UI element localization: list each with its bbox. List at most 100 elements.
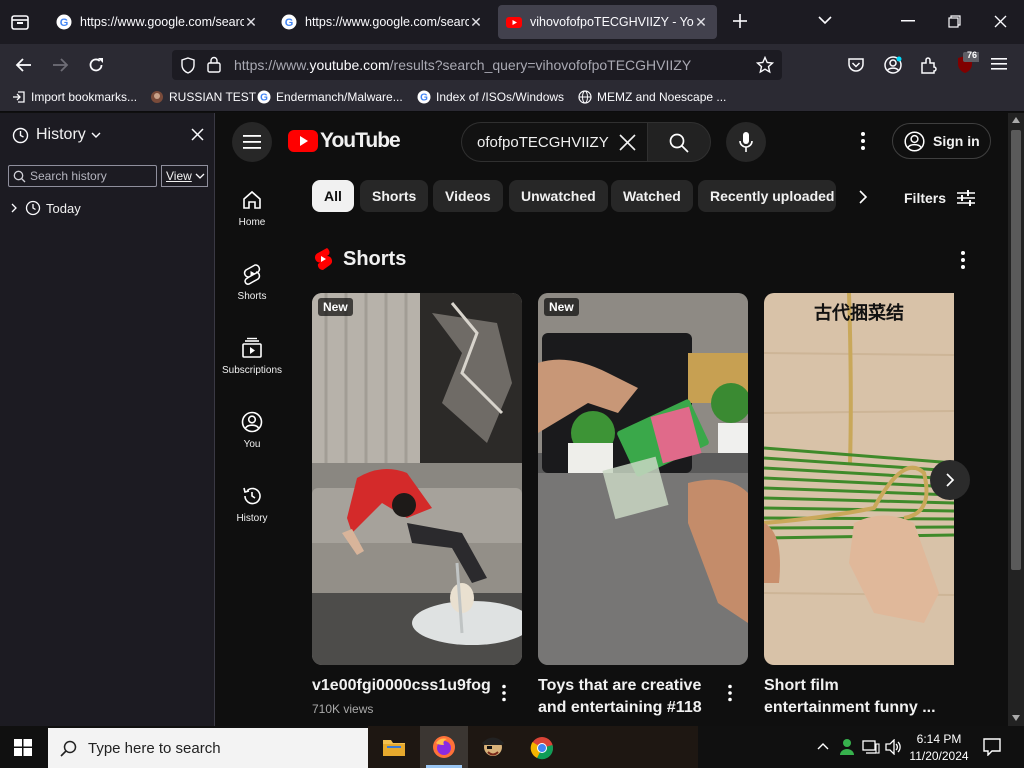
chip-shorts[interactable]: Shorts: [360, 180, 429, 212]
short-more-icon-1[interactable]: [501, 684, 507, 702]
guide-item-subscriptions[interactable]: Subscriptions: [216, 337, 288, 376]
filters-button[interactable]: Filters: [904, 189, 976, 207]
volume-icon[interactable]: [885, 739, 903, 755]
search-button[interactable]: [647, 122, 711, 162]
sidebar-switcher[interactable]: History: [12, 126, 102, 144]
notifications-icon[interactable]: [983, 738, 1001, 756]
view-label: View: [166, 169, 192, 183]
toys-thumbnail-image: [538, 293, 748, 665]
tab-google-search-1[interactable]: G https://www.google.com/search? ✕: [48, 5, 266, 39]
network-icon[interactable]: [862, 740, 880, 755]
chip-watched[interactable]: Watched: [611, 180, 693, 212]
windows-taskbar: Type here to search 6:14 PM 11/20/2024: [0, 726, 1024, 768]
menu-icon[interactable]: [991, 56, 1009, 72]
site-favicon-icon: [151, 91, 163, 103]
close-window-icon[interactable]: [994, 15, 1007, 28]
account-icon[interactable]: [883, 55, 903, 75]
home-icon: [243, 190, 261, 209]
short-thumbnail-3[interactable]: 古代捆菜结: [764, 293, 954, 665]
chips-next-icon[interactable]: [856, 189, 870, 205]
scroll-thumb[interactable]: [1011, 130, 1021, 570]
restore-icon[interactable]: [948, 15, 961, 28]
history-search-placeholder: Search history: [30, 169, 107, 183]
url-bar[interactable]: https://www.youtube.com/results?search_q…: [172, 50, 782, 80]
bookmark-memz[interactable]: MEMZ and Noescape ...: [578, 90, 726, 104]
scroll-up-icon[interactable]: [1012, 117, 1020, 123]
firefox-icon: [433, 736, 455, 758]
tab-youtube[interactable]: vihovofofpoTECGHVIIZY - YouTube ✕: [498, 5, 717, 39]
show-hidden-icons-icon[interactable]: [817, 742, 829, 750]
bookmark-russian-test[interactable]: RUSSIAN TEST: [150, 90, 256, 104]
thumbnail-overlay-text: 古代捆菜结: [814, 303, 904, 323]
people-tray-icon[interactable]: [838, 738, 856, 756]
pirate-app-icon[interactable]: [480, 734, 506, 760]
page-scrollbar[interactable]: [1008, 113, 1024, 726]
url-text[interactable]: https://www.youtube.com/results?search_q…: [234, 57, 691, 73]
history-group-today[interactable]: Today: [9, 200, 81, 216]
guide-menu-button[interactable]: [232, 122, 272, 162]
youtube-logo[interactable]: YouTube: [288, 129, 401, 153]
settings-more-icon[interactable]: [860, 131, 866, 151]
chrome-icon[interactable]: [530, 736, 554, 760]
sign-in-button[interactable]: Sign in: [892, 123, 991, 159]
short-views-1: 710K views: [312, 702, 374, 716]
clear-search-icon[interactable]: [619, 134, 636, 151]
import-icon: [13, 91, 25, 103]
guide-item-history[interactable]: History: [216, 485, 288, 524]
bookmark-star-icon[interactable]: [756, 56, 774, 74]
short-title-3[interactable]: Short film entertainment funny ...: [764, 675, 944, 719]
tab-google-search-2[interactable]: G https://www.google.com/search? ✕: [273, 5, 491, 39]
shelf-next-button[interactable]: [930, 460, 970, 500]
shield-icon[interactable]: [180, 57, 196, 74]
back-icon[interactable]: [14, 55, 34, 75]
history-search-input[interactable]: Search history: [8, 165, 157, 187]
bookmark-isos[interactable]: G Index of /ISOs/Windows: [417, 90, 564, 104]
bookmark-import[interactable]: Import bookmarks...: [12, 90, 137, 104]
chevron-down-icon[interactable]: [817, 14, 833, 26]
guide-item-shorts[interactable]: Shorts: [216, 263, 288, 302]
short-more-icon-2[interactable]: [727, 684, 733, 702]
guide-item-you[interactable]: You: [216, 411, 288, 450]
close-tab-icon[interactable]: ✕: [469, 14, 483, 31]
file-explorer-icon[interactable]: [382, 736, 406, 758]
taskbar-clock[interactable]: 6:14 PM 11/20/2024: [908, 731, 970, 765]
forward-icon[interactable]: [50, 55, 70, 75]
lock-icon[interactable]: [207, 56, 221, 73]
chip-recently-uploaded[interactable]: Recently uploaded: [698, 180, 836, 212]
bookmark-endermanch[interactable]: G Endermanch/Malware...: [257, 90, 403, 104]
chip-unwatched[interactable]: Unwatched: [509, 180, 608, 212]
taskbar-firefox-button[interactable]: [420, 726, 468, 768]
ublock-extension-icon[interactable]: 76: [955, 50, 979, 76]
youtube-search-input[interactable]: ofofpoTECGHVIIZY: [461, 122, 647, 162]
chip-all[interactable]: All: [312, 180, 354, 212]
extensions-icon[interactable]: [919, 55, 939, 75]
chip-videos[interactable]: Videos: [433, 180, 503, 212]
url-path: /results?search_query=vihovofofpoTECGHVI…: [389, 57, 692, 73]
taskbar-search-box[interactable]: Type here to search: [48, 728, 368, 768]
tab-strip: G https://www.google.com/search? ✕ G htt…: [0, 0, 1024, 44]
google-icon: G: [56, 14, 72, 30]
short-title-2[interactable]: Toys that are creative and entertaining …: [538, 675, 718, 719]
scroll-down-icon[interactable]: [1012, 715, 1020, 721]
view-menu-button[interactable]: View: [161, 165, 208, 187]
windows-start-icon[interactable]: [14, 739, 32, 756]
history-sidebar: History Search history View Today: [0, 113, 215, 726]
navigation-toolbar: https://www.youtube.com/results?search_q…: [0, 44, 1024, 86]
close-tab-icon[interactable]: ✕: [694, 14, 708, 31]
close-sidebar-icon[interactable]: [191, 128, 204, 141]
close-tab-icon[interactable]: ✕: [244, 14, 258, 31]
new-tab-icon[interactable]: [731, 12, 749, 30]
short-thumbnail-1[interactable]: New: [312, 293, 522, 665]
guide-item-home[interactable]: Home: [216, 189, 288, 228]
pocket-icon[interactable]: [847, 56, 865, 74]
reload-icon[interactable]: [86, 55, 106, 75]
google-icon: G: [417, 90, 431, 104]
short-title-1[interactable]: v1e00fgi0000css1u9fog: [312, 675, 492, 697]
voice-search-button[interactable]: [726, 122, 766, 162]
short-thumbnail-2[interactable]: New: [538, 293, 748, 665]
list-all-tabs-icon[interactable]: [10, 12, 30, 32]
minimize-icon[interactable]: [901, 20, 915, 22]
shelf-more-icon[interactable]: [960, 250, 966, 270]
svg-text:G: G: [285, 17, 294, 29]
youtube-page: YouTube ofofpoTECGHVIIZY Sign in Home Sh…: [216, 113, 1008, 726]
